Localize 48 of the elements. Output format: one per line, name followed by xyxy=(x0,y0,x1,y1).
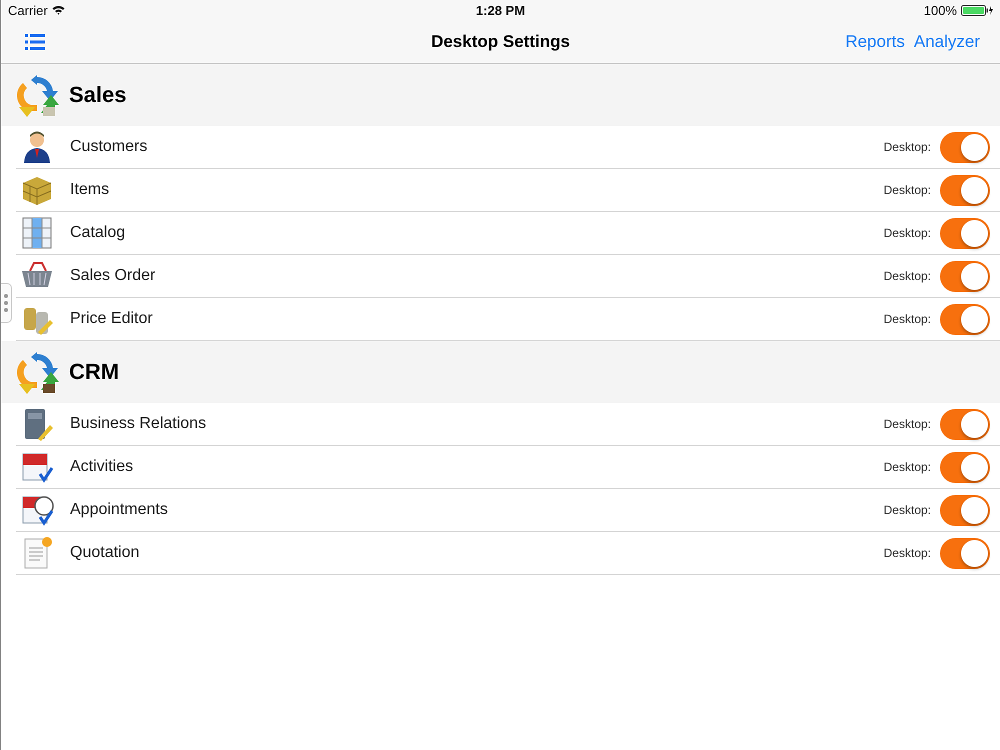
toggle-switch[interactable] xyxy=(940,260,990,292)
toggle-switch[interactable] xyxy=(940,304,990,334)
list-row[interactable]: Sales Order Desktop: xyxy=(16,255,1000,298)
row-label: Price Editor xyxy=(70,310,153,328)
nav-link[interactable]: Reports xyxy=(845,32,905,52)
toggle-label: Desktop: xyxy=(884,460,931,474)
status-time: 1:28 PM xyxy=(476,2,526,18)
menu-icon xyxy=(25,34,45,50)
toggle-label: Desktop: xyxy=(884,417,931,431)
row-label: Appointments xyxy=(70,501,168,519)
list-row[interactable]: Business Relations Desktop: xyxy=(16,403,1000,446)
toggle-label: Desktop: xyxy=(884,312,931,326)
carrier-label: Carrier xyxy=(8,2,48,18)
row-label: Catalog xyxy=(70,224,126,242)
battery-icon xyxy=(960,4,993,16)
toggle-switch[interactable] xyxy=(940,218,990,248)
toggle-switch[interactable] xyxy=(940,174,990,206)
toggle-label: Desktop: xyxy=(884,546,931,560)
list-row[interactable]: Activities Desktop: xyxy=(16,446,1000,489)
list-row[interactable]: Catalog Desktop: xyxy=(16,212,1000,255)
row-label: Activities xyxy=(70,458,134,476)
row-label: Quotation xyxy=(70,544,140,562)
list-row[interactable]: Appointments Desktop: xyxy=(16,489,1000,532)
toggle-label: Desktop: xyxy=(884,183,931,197)
toggle-switch[interactable] xyxy=(940,494,990,526)
list-row[interactable]: Quotation Desktop: xyxy=(16,532,1000,575)
row-label: Business Relations xyxy=(70,415,206,433)
row-label: Customers xyxy=(70,138,148,156)
section-title: Sales xyxy=(69,82,126,108)
nav-title: Desktop Settings xyxy=(431,32,570,52)
toggle-switch[interactable] xyxy=(940,408,990,440)
drag-handle[interactable] xyxy=(1,283,12,323)
list-row[interactable]: Items Desktop: xyxy=(16,169,1000,212)
section-title: CRM xyxy=(69,359,120,385)
toggle-switch[interactable] xyxy=(940,452,990,482)
row-label: Items xyxy=(70,181,110,199)
toggle-switch[interactable] xyxy=(940,538,990,568)
wifi-icon xyxy=(52,5,65,15)
list-row[interactable]: Customers Desktop: xyxy=(16,126,1000,169)
battery-percent: 100% xyxy=(924,2,957,18)
toggle-switch[interactable] xyxy=(940,132,990,162)
row-label: Sales Order xyxy=(70,267,156,285)
grid-icon xyxy=(20,216,54,250)
toggle-label: Desktop: xyxy=(884,503,931,517)
nav-link[interactable]: Analyzer xyxy=(914,32,980,52)
toggle-label: Desktop: xyxy=(884,226,931,240)
toggle-label: Desktop: xyxy=(884,269,931,283)
toggle-label: Desktop: xyxy=(884,140,931,154)
